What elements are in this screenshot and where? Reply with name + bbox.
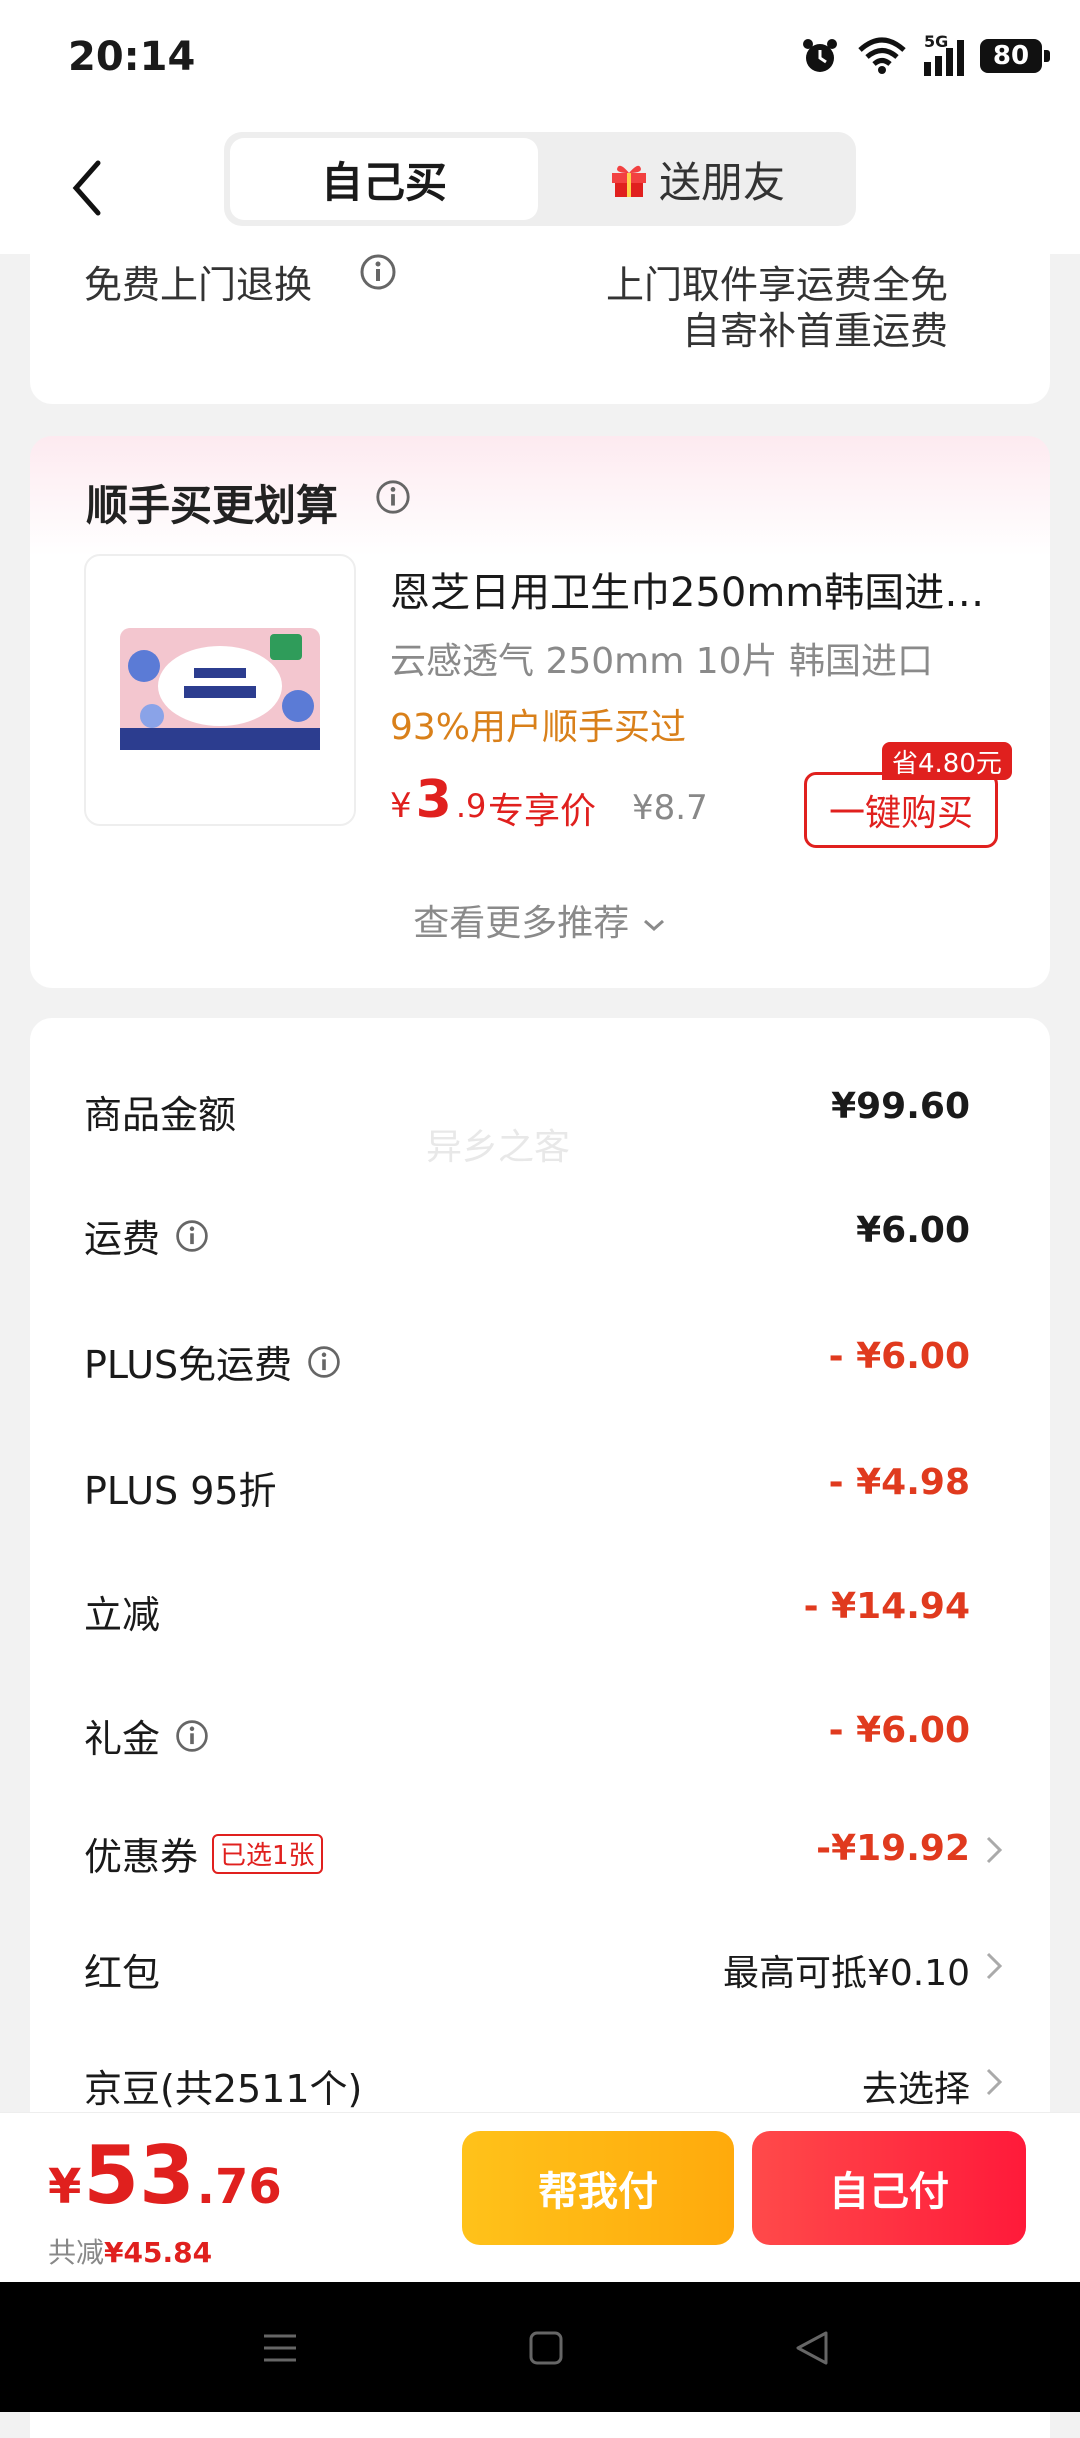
product-package-icon <box>120 628 320 750</box>
summary-row-value: -¥19.92 <box>816 1828 970 1869</box>
chevron-left-icon <box>72 160 101 216</box>
purchase-mode-tabs: 自己买 送朋友 <box>224 132 856 226</box>
watermark: 异乡之客 <box>426 1127 571 1168</box>
price-integer: 3 <box>415 770 452 830</box>
product-price: ¥ 3 .9 <box>390 770 486 830</box>
pay-myself-button[interactable]: 自己付 <box>752 2131 1026 2245</box>
one-click-buy-button[interactable]: 一键购买 <box>804 772 998 848</box>
back-nav-icon[interactable] <box>794 2330 830 2366</box>
summary-row-value: - ¥14.94 <box>803 1586 970 1627</box>
product-name[interactable]: 恩芝日用卫生巾250mm韩国进… <box>390 560 1010 618</box>
red-packet-row[interactable]: 红包 <box>84 1942 160 1997</box>
status-icons: 5G 80 <box>800 32 1050 76</box>
alarm-icon <box>803 39 837 72</box>
total-price: ¥ 53 .76 <box>48 2129 282 2222</box>
price-decimal: .9 <box>455 787 487 825</box>
more-recommendations-link[interactable]: 查看更多推荐 <box>30 894 1050 946</box>
summary-row-value: ¥6.00 <box>856 1210 970 1251</box>
menu-icon[interactable] <box>262 2330 298 2366</box>
summary-row-label: 商品金额 <box>84 1093 237 1137</box>
total-decimal: .76 <box>196 2159 282 2215</box>
wifi-icon <box>858 37 906 74</box>
chevron-right-icon[interactable] <box>982 1830 1006 1870</box>
summary-row-value: - ¥6.00 <box>828 1336 970 1377</box>
returns-label: 免费上门退换 <box>84 263 313 307</box>
product-subtitle: 云感透气 250mm 10片 韩国进口 <box>390 641 933 682</box>
returns-detail-2: 自寄补首重运费 <box>681 309 948 353</box>
chevron-right-icon[interactable] <box>982 1946 1006 1986</box>
status-time: 20:14 <box>68 34 196 80</box>
header: 自己买 送朋友 <box>0 126 1080 254</box>
total-savings: 共减¥45.84 <box>48 2236 213 2269</box>
recommend-card: 顺手买更划算 恩芝日用卫生巾250mm韩国进… 云感透气 250mm 10片 韩… <box>30 436 1050 988</box>
help-me-pay-button[interactable]: 帮我付 <box>462 2131 734 2245</box>
tab-gift-label: 送朋友 <box>658 157 785 207</box>
original-price: ¥8.7 <box>632 788 708 828</box>
signal-icon: 5G <box>924 32 964 76</box>
savings-badge: 省4.80元 <box>882 742 1012 780</box>
product-social-proof: 93%用户顺手买过 <box>390 707 687 748</box>
price-currency: ¥ <box>390 786 412 826</box>
status-bar: 20:14 5G 80 <box>0 0 1080 126</box>
summary-row-value: - ¥6.00 <box>828 1710 970 1751</box>
system-nav-bar <box>0 2282 1080 2412</box>
checkout-bar: ¥ 53 .76 共减¥45.84 帮我付 自己付 <box>0 2112 1080 2283</box>
chevron-right-icon[interactable] <box>982 2062 1006 2102</box>
exclusive-price-tag: 专享价 <box>488 791 597 832</box>
jd-beans-row[interactable]: 京豆(共2511个) <box>84 2058 362 2113</box>
product-image[interactable] <box>84 554 356 826</box>
summary-row-value: 去选择 <box>861 2069 970 2110</box>
gift-icon <box>611 165 646 197</box>
back-button[interactable] <box>56 148 116 228</box>
more-recommendations-label: 查看更多推荐 <box>413 903 630 944</box>
recommend-title: 顺手买更划算 <box>86 481 339 530</box>
summary-row-label: 礼金 <box>84 1708 210 1763</box>
coupon-row[interactable]: 优惠券 已选1张 <box>84 1826 323 1881</box>
info-icon[interactable] <box>358 252 398 292</box>
network-type: 5G <box>924 32 949 51</box>
summary-row-label: 运费 <box>84 1208 210 1263</box>
coupon-selected-badge: 已选1张 <box>212 1833 323 1874</box>
summary-row-label: PLUS免运费 <box>84 1334 342 1389</box>
home-icon[interactable] <box>528 2330 564 2366</box>
info-icon[interactable] <box>174 1718 210 1754</box>
summary-row-value: ¥99.60 <box>831 1086 970 1127</box>
chevron-down-icon <box>643 919 664 932</box>
summary-row-label: 立减 <box>84 1593 161 1637</box>
summary-row-value: - ¥4.98 <box>828 1462 970 1503</box>
total-integer: 53 <box>83 2129 195 2222</box>
battery-icon: 80 <box>980 39 1050 73</box>
summary-row-value: 最高可抵¥0.10 <box>722 1953 970 1994</box>
tab-self-buy[interactable]: 自己买 <box>230 138 538 220</box>
tab-send-friend[interactable]: 送朋友 <box>544 138 850 220</box>
summary-row-label: PLUS 95折 <box>84 1469 277 1513</box>
info-icon[interactable] <box>374 478 412 516</box>
total-currency: ¥ <box>48 2159 82 2215</box>
info-icon[interactable] <box>306 1344 342 1380</box>
returns-card: 免费上门退换 上门取件享运费全免 自寄补首重运费 <box>30 240 1050 404</box>
info-icon[interactable] <box>174 1218 210 1254</box>
